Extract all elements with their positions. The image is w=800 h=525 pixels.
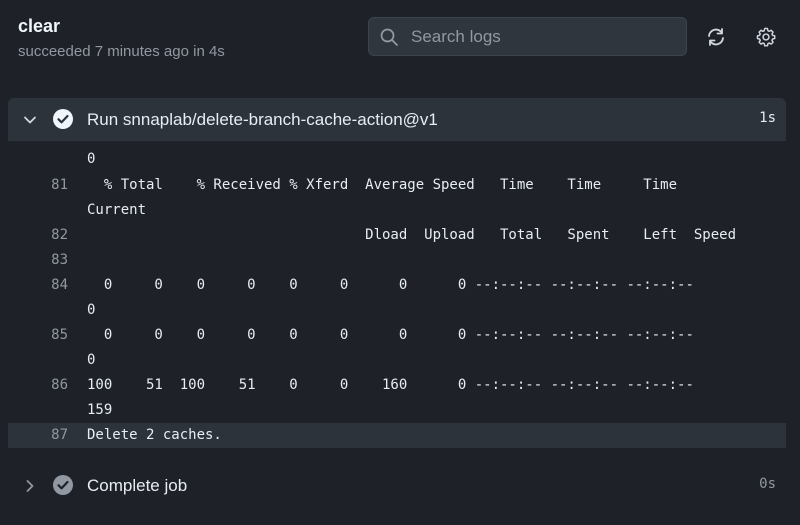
log-line: 0 [8, 141, 786, 167]
log-line: 0 [8, 291, 786, 318]
step-complete-job[interactable]: Complete job 0s [8, 464, 786, 507]
line-number[interactable]: 87 [8, 427, 68, 443]
log-line: 83 [8, 241, 786, 268]
log-line: 81 % Total % Received % Xferd Average Sp… [8, 166, 786, 193]
step-name: Run snnaplab/delete-branch-cache-action@… [87, 110, 438, 129]
success-check-icon [53, 475, 73, 495]
line-text: 159 [87, 402, 113, 418]
settings-button[interactable] [752, 23, 780, 51]
log-line: 159 [8, 391, 786, 418]
job-status-text: succeeded 7 minutes ago in 4s [18, 43, 225, 60]
step-duration: 1s [759, 110, 776, 126]
log-line-highlighted: 87 Delete 2 caches. [8, 423, 786, 448]
refresh-icon [708, 28, 724, 46]
step-name: Complete job [87, 476, 188, 495]
job-title: clear [18, 16, 61, 36]
line-text: 0 [87, 151, 96, 167]
search-logs-box[interactable] [368, 17, 687, 56]
log-line: 84 0 0 0 0 0 0 0 0 --:--:-- --:--:-- --:… [8, 266, 786, 293]
log-line: 85 0 0 0 0 0 0 0 0 --:--:-- --:--:-- --:… [8, 316, 786, 343]
job-log-page: clear succeeded 7 minutes ago in 4s Sear… [0, 0, 800, 525]
step-run-delete-branch-cache[interactable]: Run snnaplab/delete-branch-cache-action@… [8, 98, 786, 141]
gear-icon [756, 27, 776, 47]
chevron-down-icon [24, 116, 36, 124]
search-icon [380, 28, 398, 46]
success-check-icon [53, 109, 73, 129]
search-logs-input[interactable] [409, 25, 669, 48]
log-output: 0 81 % Total % Received % Xferd Average … [8, 141, 786, 449]
log-line: 86 100 51 100 51 0 0 160 0 --:--:-- --:-… [8, 366, 786, 393]
job-header: clear succeeded 7 minutes ago in 4s [0, 0, 800, 80]
log-line: 0 [8, 341, 786, 368]
step-duration: 0s [759, 476, 776, 492]
line-text: Delete 2 caches. [87, 427, 222, 443]
log-line: 82 Dload Upload Total Spent Left Speed [8, 216, 786, 243]
refresh-button[interactable] [702, 23, 730, 51]
chevron-right-icon [26, 480, 34, 492]
log-line: Current [8, 191, 786, 218]
